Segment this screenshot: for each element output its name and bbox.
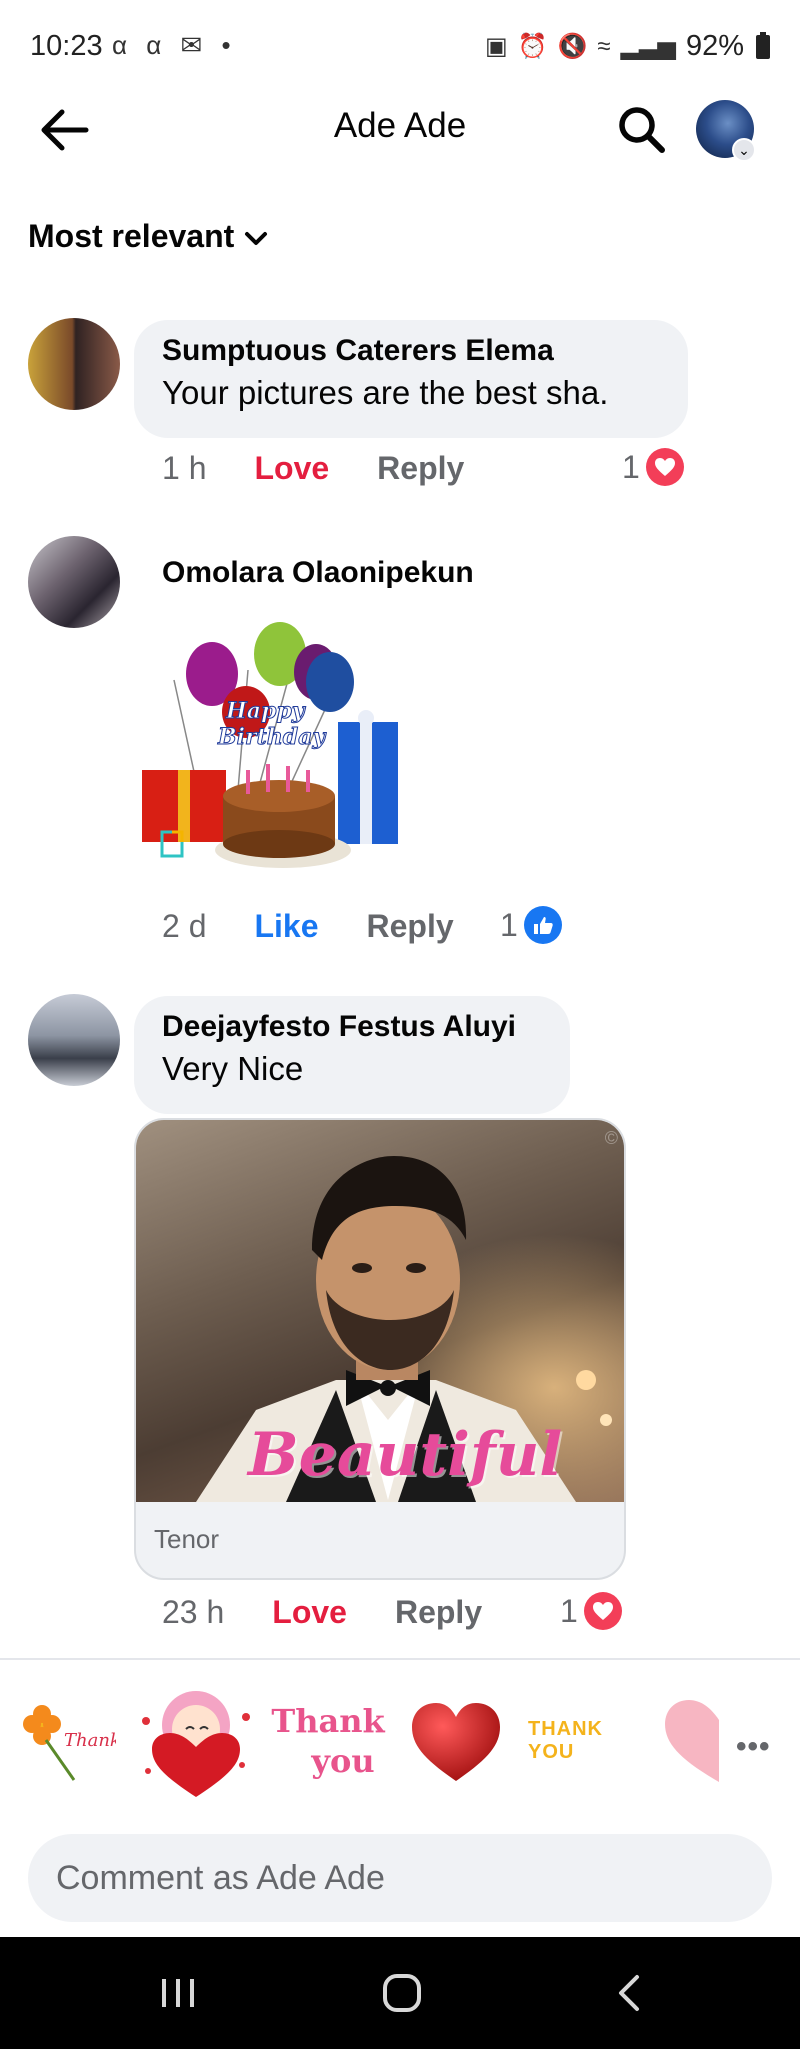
sticker-pink-heart[interactable]	[660, 1676, 720, 1806]
lock-icon: ▣	[484, 33, 508, 60]
recent-apps-button[interactable]	[118, 1937, 238, 2049]
comment-author[interactable]: Deejayfesto Festus Aluyi	[162, 1010, 542, 1044]
system-nav-bar	[0, 1937, 800, 2049]
reaction-count[interactable]: 1	[560, 1592, 622, 1630]
sticker-thank-you-flower[interactable]: Thank You	[14, 1676, 118, 1806]
sticker-text: Thank You	[64, 1730, 116, 1751]
gif-attachment[interactable]: © Beautiful Tenor	[134, 1118, 626, 1580]
gif-source[interactable]: Tenor	[136, 1502, 624, 1578]
home-icon	[383, 1974, 421, 2012]
home-button[interactable]	[342, 1937, 462, 2049]
reply-button[interactable]: Reply	[395, 1594, 482, 1631]
thumbs-up-icon	[523, 906, 562, 944]
svg-text:Birthday: Birthday	[217, 724, 327, 750]
sticker-text: you	[311, 1742, 375, 1780]
avatar[interactable]	[28, 994, 120, 1086]
comment-author[interactable]: Sumptuous Caterers Elema	[162, 334, 660, 368]
back-nav-button[interactable]	[568, 1937, 688, 2049]
comment-author[interactable]: Omolara Olaonipekun	[162, 556, 474, 590]
birthday-sticker[interactable]: Happy Birthday	[138, 620, 408, 886]
reaction-count-value: 1	[500, 906, 518, 943]
comment-actions: 2 d Like Reply	[162, 908, 454, 945]
search-button[interactable]	[614, 102, 670, 158]
comment-actions: 1 h Love Reply	[162, 450, 464, 487]
sticker-heart-girl[interactable]	[136, 1676, 256, 1806]
chevron-down-icon	[245, 231, 268, 245]
chevron-down-icon[interactable]: ⌄	[732, 138, 756, 162]
divider	[0, 1658, 800, 1660]
avatar[interactable]	[28, 318, 120, 410]
comment-bubble[interactable]: Deejayfesto Festus Aluyi Very Nice	[134, 996, 570, 1114]
comment-input[interactable]	[28, 1834, 772, 1922]
comment-time[interactable]: 23 h	[162, 1594, 224, 1631]
wifi-icon: ≈	[597, 32, 611, 60]
sort-label: Most relevant	[28, 218, 235, 254]
comment-text: Your pictures are the best sha.	[162, 374, 609, 411]
reply-button[interactable]: Reply	[377, 450, 464, 487]
status-time: 10:23	[30, 30, 103, 62]
sticker-text: Thank	[271, 1702, 385, 1740]
sticker-suggestions: Thank You Thank you THANK YOU •••	[0, 1676, 800, 1806]
sort-dropdown[interactable]: Most relevant	[28, 218, 268, 255]
back-chevron-icon	[619, 1975, 639, 2011]
like-button[interactable]: Like	[254, 908, 318, 945]
reply-button[interactable]: Reply	[367, 908, 454, 945]
more-stickers-icon[interactable]: •••	[736, 1730, 771, 1764]
comment-time[interactable]: 1 h	[162, 450, 206, 487]
sticker-text: THANK YOU	[528, 1718, 603, 1763]
reaction-count-value: 1	[622, 448, 640, 485]
love-button[interactable]: Love	[254, 450, 329, 487]
comment-bubble[interactable]: Sumptuous Caterers Elema Your pictures a…	[134, 320, 688, 438]
reaction-count-value: 1	[560, 1592, 578, 1629]
notification-icons: α α ✉ •	[112, 30, 237, 60]
love-button[interactable]: Love	[272, 1594, 347, 1631]
heart-icon	[583, 1592, 622, 1630]
heart-icon	[645, 448, 684, 486]
search-icon	[619, 107, 665, 153]
page-title: Ade Ade	[333, 106, 467, 145]
gif-watermark: ©	[604, 1128, 618, 1148]
battery-percent: 92%	[685, 30, 744, 62]
sticker-thank-you-bunny[interactable]: Thank you	[268, 1676, 388, 1806]
sticker-red-heart[interactable]	[404, 1676, 508, 1806]
sticker-thank-you-text[interactable]: THANK YOU	[528, 1676, 648, 1806]
avatar[interactable]	[28, 536, 120, 628]
alarm-icon: ⏰	[517, 33, 548, 60]
header: Ade Ade ⌄	[0, 92, 800, 168]
gif-image[interactable]: © Beautiful	[136, 1120, 624, 1502]
status-right: ▣ ⏰ 🔇 ≈ ▂▃▅ 92%	[485, 30, 770, 63]
recent-apps-icon	[162, 1979, 194, 2007]
svg-text:Happy: Happy	[225, 698, 307, 724]
comment-time[interactable]: 2 d	[162, 908, 206, 945]
reaction-count[interactable]: 1	[500, 906, 562, 944]
reaction-count[interactable]: 1	[622, 448, 684, 486]
mute-icon: 🔇	[557, 33, 588, 60]
status-bar: 10:23 α α ✉ • ▣ ⏰ 🔇 ≈ ▂▃▅ 92%	[0, 0, 800, 92]
signal-icon: ▂▃▅	[620, 33, 676, 60]
battery-icon	[756, 31, 770, 59]
comment-actions: 23 h Love Reply	[162, 1594, 482, 1631]
gif-caption: Beautiful	[248, 1420, 563, 1490]
comment-text: Very Nice	[162, 1050, 304, 1087]
